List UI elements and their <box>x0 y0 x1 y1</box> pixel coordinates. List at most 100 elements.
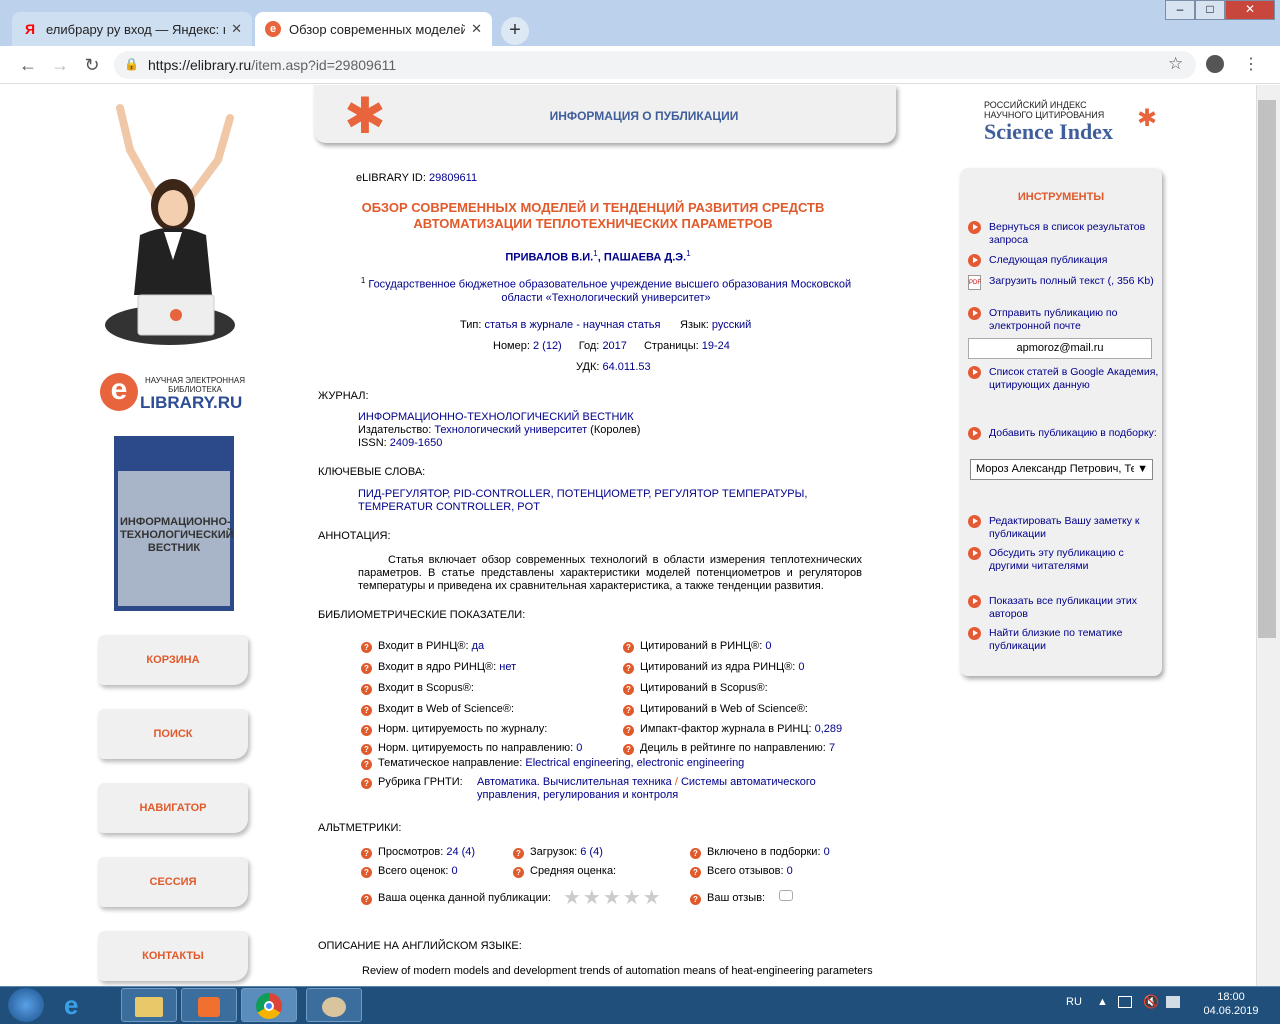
navigator-button[interactable]: НАВИГАТОР <box>98 783 248 833</box>
help-icon[interactable]: ? <box>361 894 372 905</box>
avg-rating-metric: ? Средняя оценка: <box>513 865 616 878</box>
help-icon[interactable]: ? <box>513 848 524 859</box>
back-icon[interactable]: ← <box>17 54 39 76</box>
close-icon[interactable]: ✕ <box>231 21 242 37</box>
volume-muted-icon[interactable]: 🔇 <box>1143 994 1159 1010</box>
chrome-icon <box>256 993 282 1019</box>
tab-title: Обзор современных моделей и <box>289 21 466 37</box>
media-taskbar-button[interactable] <box>181 988 237 1022</box>
help-icon[interactable]: ? <box>623 725 634 736</box>
tab-yandex[interactable]: Я елибрару ру вход — Яндекс: на ✕ <box>12 12 252 46</box>
help-icon[interactable]: ? <box>623 642 634 653</box>
language-indicator[interactable]: RU <box>1066 996 1082 1008</box>
tool-email-publication[interactable]: Отправить публикацию по электронной почт… <box>968 307 1162 333</box>
help-icon[interactable]: ? <box>690 867 701 878</box>
cart-button[interactable]: КОРЗИНА <box>98 635 248 685</box>
biblio-metric: ? Входит в Web of Science®: <box>361 699 611 720</box>
help-icon[interactable]: ? <box>513 867 524 878</box>
tool-google-scholar[interactable]: Список статей в Google Академия, цитирую… <box>968 366 1162 392</box>
bookmark-star-icon[interactable]: ☆ <box>1168 54 1183 74</box>
downloads-metric: ? Загрузок: 6 (4) <box>513 846 603 859</box>
collection-select[interactable]: Мороз Александр Петрович, Тех ▼ <box>970 459 1153 480</box>
help-icon[interactable]: ? <box>361 705 372 716</box>
tool-add-to-collection[interactable]: Добавить публикацию в подборку: <box>968 427 1157 440</box>
page-content: e НАУЧНАЯ ЭЛЕКТРОННАЯ БИБЛИОТЕКА LIBRARY.… <box>0 85 1256 986</box>
help-icon[interactable]: ? <box>361 867 372 878</box>
ie-icon[interactable]: e <box>64 990 78 1020</box>
views-metric: ? Просмотров: 24 (4) <box>361 846 475 859</box>
reload-icon[interactable]: ↻ <box>81 54 103 76</box>
help-icon[interactable]: ? <box>623 663 634 674</box>
help-icon[interactable]: ? <box>361 848 372 859</box>
arrow-icon <box>968 595 981 608</box>
biblio-metric: ? Входит в Scopus®: <box>361 678 611 699</box>
science-index-logo[interactable]: РОССИЙСКИЙ ИНДЕКС НАУЧНОГО ЦИТИРОВАНИЯ Sc… <box>984 100 1164 150</box>
type-row: Тип: статья в журнале - научная статья <box>460 319 661 331</box>
start-button[interactable] <box>8 988 44 1022</box>
biblio-metric: ? Дециль в рейтинге по направлению: 7 <box>623 739 873 758</box>
help-icon[interactable]: ? <box>361 725 372 736</box>
new-tab-button[interactable]: + <box>501 17 529 45</box>
biblio-metric: ? Импакт-фактор журнала в РИНЦ: 0,289 <box>623 720 873 739</box>
maximize-button[interactable]: □ <box>1195 0 1225 20</box>
ratings-metric: ? Всего оценок: 0 <box>361 865 458 878</box>
tool-author-publications[interactable]: Показать все публикации этих авторов <box>968 595 1162 621</box>
close-window-button[interactable]: ✕ <box>1225 0 1275 20</box>
tool-similar-publications[interactable]: Найти близкие по тематике публикации <box>968 627 1162 653</box>
tray-arrow-icon[interactable]: ▲ <box>1097 996 1108 1008</box>
action-center-icon[interactable] <box>1118 996 1132 1008</box>
contacts-button[interactable]: КОНТАКТЫ <box>98 931 248 981</box>
help-icon[interactable]: ? <box>623 705 634 716</box>
elibrary-logo[interactable]: e НАУЧНАЯ ЭЛЕКТРОННАЯ БИБЛИОТЕКА LIBRARY.… <box>100 373 250 418</box>
chrome-taskbar-button[interactable] <box>241 988 297 1022</box>
comment-icon[interactable] <box>779 890 793 901</box>
annotation-section-title: АННОТАЦИЯ: <box>318 530 391 542</box>
tool-next-publication[interactable]: Следующая публикация <box>968 254 1107 267</box>
forward-icon[interactable]: → <box>49 54 71 76</box>
help-icon[interactable]: ? <box>690 894 701 905</box>
journal-cover-image[interactable]: ИНФОРМАЦИОННО-ТЕХНОЛОГИЧЕСКИЙ ВЕСТНИК <box>114 436 234 611</box>
url-text[interactable]: https://elibrary.ru/item.asp?id=29809611 <box>148 57 396 73</box>
biblio-metric: ? Норм. цитируемость по направлению: 0 <box>361 739 611 758</box>
clock[interactable]: 18:00 04.06.2019 <box>1196 990 1266 1018</box>
scrollbar-thumb[interactable] <box>1258 100 1276 638</box>
search-button[interactable]: ПОИСК <box>98 709 248 759</box>
explorer-taskbar-button[interactable] <box>121 988 177 1022</box>
tool-back-to-results[interactable]: Вернуться в список результатов запроса <box>968 221 1162 247</box>
help-icon[interactable]: ? <box>361 642 372 653</box>
arrow-icon <box>968 366 981 379</box>
help-icon[interactable]: ? <box>690 848 701 859</box>
network-icon[interactable] <box>1166 996 1180 1008</box>
tab-elibrary[interactable]: e Обзор современных моделей и ✕ <box>255 12 492 46</box>
help-icon[interactable]: ? <box>361 759 372 770</box>
email-input[interactable]: apmoroz@mail.ru <box>968 338 1152 359</box>
help-icon[interactable]: ? <box>623 744 634 755</box>
help-icon[interactable]: ? <box>623 684 634 695</box>
session-button[interactable]: СЕССИЯ <box>98 857 248 907</box>
arrow-icon <box>968 515 981 528</box>
tool-discuss[interactable]: Обсудить эту публикацию с другими читате… <box>968 547 1162 573</box>
elibrary-icon: e <box>265 21 281 37</box>
arrow-icon <box>968 221 981 234</box>
udk-row: УДК: 64.011.53 <box>576 361 651 373</box>
biblio-right-column: ? Цитирований в РИНЦ®: 0 ? Цитирований из … <box>623 636 873 758</box>
minimize-button[interactable]: – <box>1165 0 1195 20</box>
pdf-icon: PDF <box>968 275 981 290</box>
biblio-metric: ? Входит в РИНЦ®: да <box>361 636 611 657</box>
rating-stars[interactable]: ★★★★★ <box>563 885 663 910</box>
profile-icon[interactable] <box>1206 55 1224 73</box>
help-icon[interactable]: ? <box>361 684 372 695</box>
help-icon[interactable]: ? <box>361 778 372 789</box>
tool-download-fulltext[interactable]: PDF Загрузить полный текст (, 356 Kb) <box>968 275 1154 290</box>
paint-taskbar-button[interactable] <box>306 988 362 1022</box>
help-icon[interactable]: ? <box>361 744 372 755</box>
tool-edit-note[interactable]: Редактировать Вашу заметку к публикации <box>968 515 1162 541</box>
grnti-label: ? Рубрика ГРНТИ: <box>361 776 463 789</box>
girl-illustration <box>100 100 240 350</box>
close-icon[interactable]: ✕ <box>471 21 482 37</box>
menu-icon[interactable]: ⋮ <box>1243 54 1259 74</box>
keywords-list[interactable]: ПИД-РЕГУЛЯТОР, PID-CONTROLLER, ПОТЕНЦИОМ… <box>358 488 848 514</box>
biblio-left-column: ? Входит в РИНЦ®: да ? Входит в ядро РИНЦ®… <box>361 636 611 758</box>
help-icon[interactable]: ? <box>361 663 372 674</box>
window-controls: – □ ✕ <box>1165 0 1277 20</box>
